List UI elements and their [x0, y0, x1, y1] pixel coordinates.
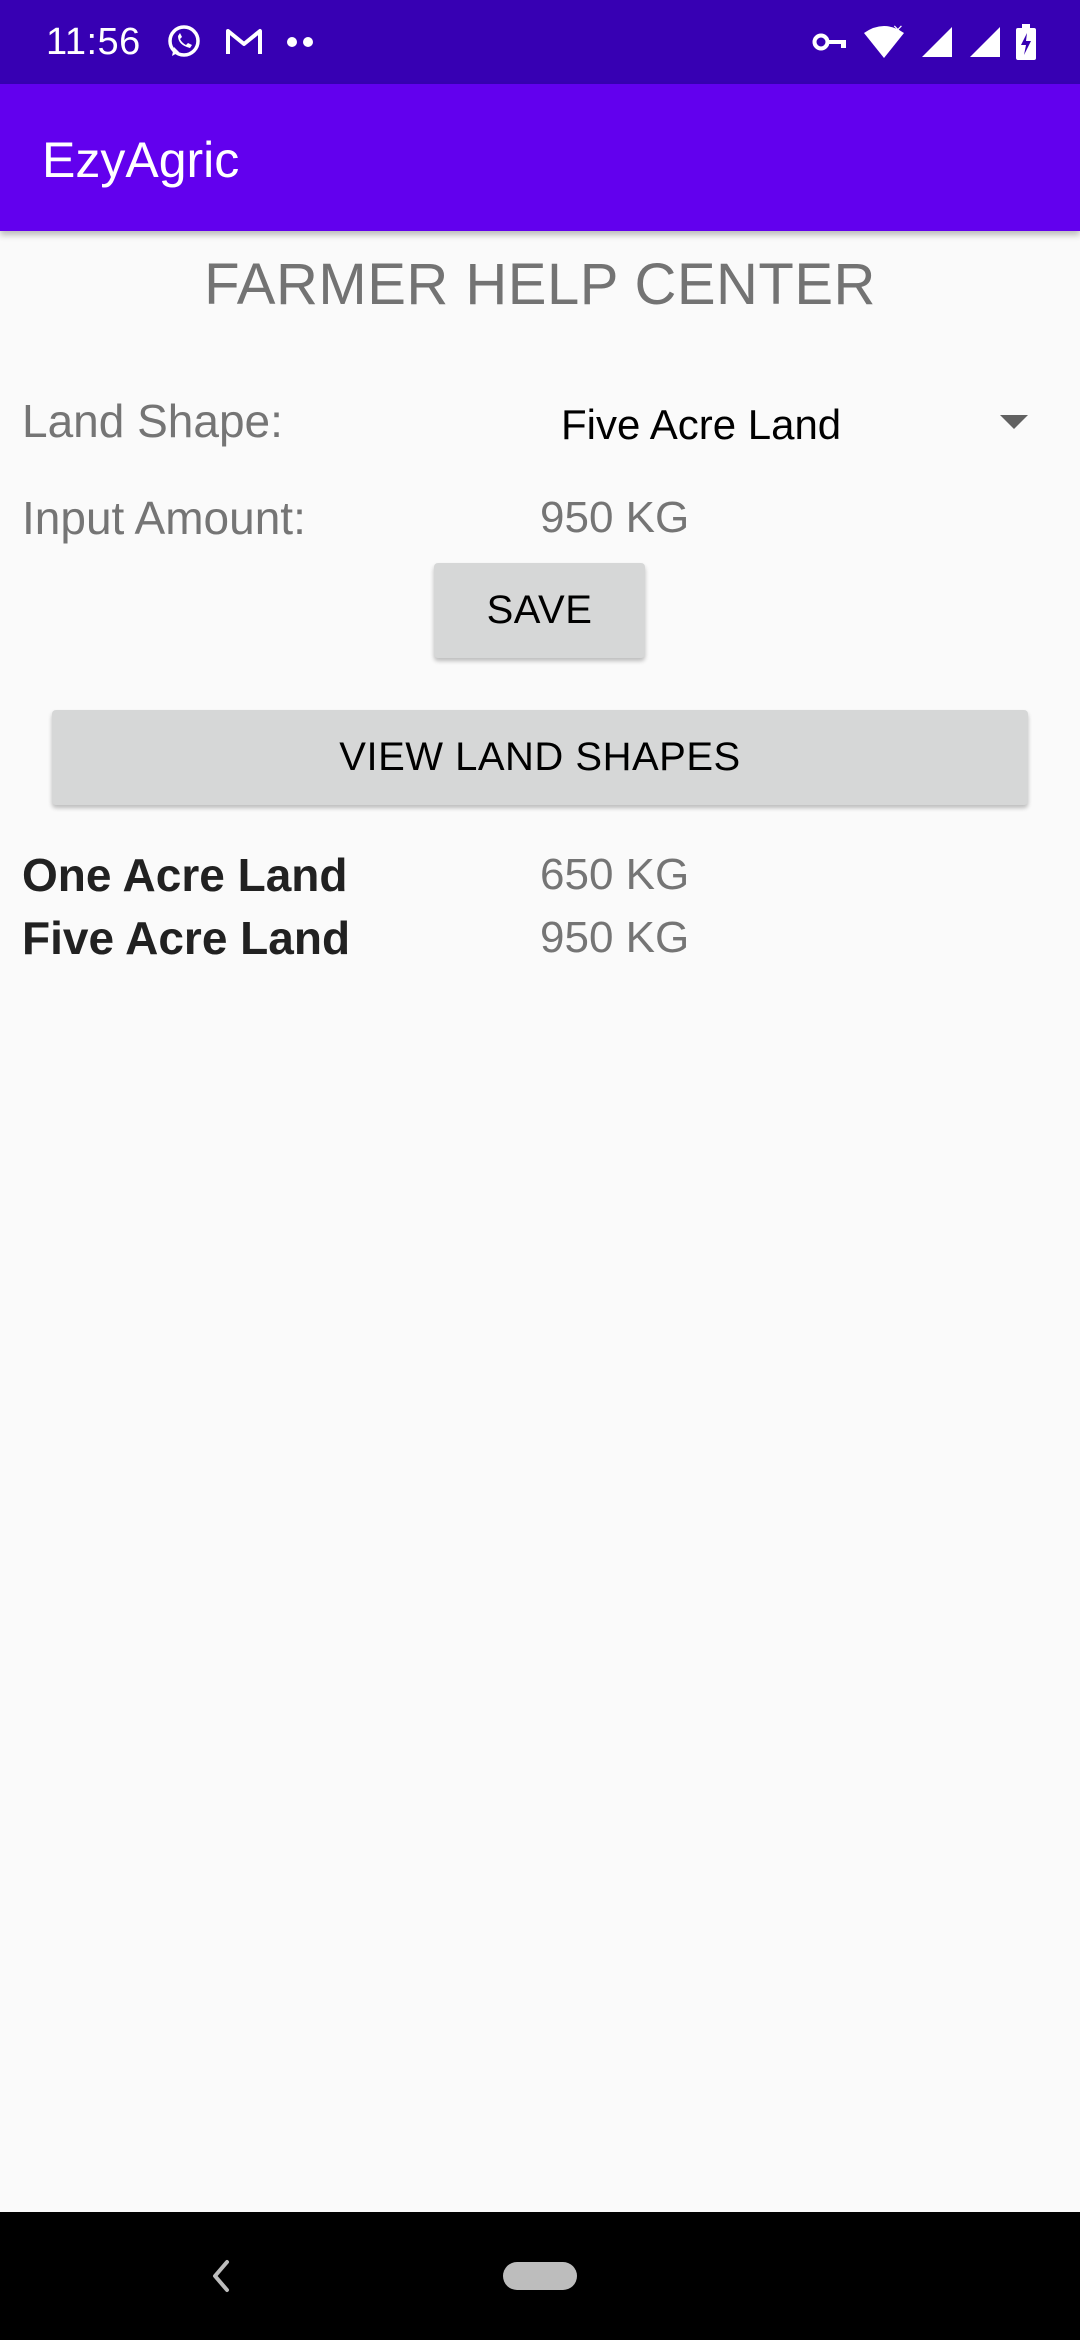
input-amount-value: 950 KG — [540, 493, 690, 542]
vpn-key-icon — [812, 33, 846, 51]
battery-charging-icon — [1016, 24, 1036, 60]
app-bar: EzyAgric — [0, 84, 1080, 231]
shape-name: One Acre Land — [22, 849, 348, 901]
gmail-icon — [226, 29, 262, 54]
dropdown-arrow-icon — [1000, 415, 1028, 429]
app-title: EzyAgric — [42, 132, 240, 188]
back-icon[interactable] — [205, 2256, 235, 2296]
land-shape-selected-value: Five Acre Land — [561, 401, 842, 448]
status-bar: 11:56 × — [0, 0, 1080, 84]
input-amount-label: Input Amount: — [22, 492, 306, 544]
status-time: 11:56 — [46, 21, 141, 63]
shape-name: Five Acre Land — [22, 912, 351, 964]
status-notification-icons — [165, 20, 337, 64]
land-shape-spinner[interactable]: Five Acre Land — [540, 385, 1040, 465]
list-item: One Acre Land 650 KG — [0, 845, 1080, 908]
status-system-icons: × — [798, 18, 1036, 66]
signal-icon-2 — [970, 27, 1000, 57]
page-title: FARMER HELP CENTER — [204, 252, 876, 317]
navigation-bar — [0, 2212, 1080, 2340]
svg-text:×: × — [892, 24, 904, 38]
land-shape-label: Land Shape: — [22, 395, 283, 447]
whatsapp-icon — [168, 25, 200, 57]
wifi-icon: × — [864, 24, 904, 58]
signal-icon — [922, 27, 952, 57]
shape-amount: 650 KG — [540, 850, 690, 899]
home-pill-button[interactable] — [503, 2262, 577, 2290]
view-land-shapes-button[interactable]: VIEW LAND SHAPES — [52, 710, 1028, 805]
list-item: Five Acre Land 950 KG — [0, 908, 1080, 971]
shape-amount: 950 KG — [540, 913, 690, 962]
save-button[interactable]: SAVE — [434, 563, 645, 658]
land-shape-list: One Acre Land 650 KG Five Acre Land 950 … — [0, 845, 1080, 971]
more-dots-icon — [287, 37, 313, 47]
